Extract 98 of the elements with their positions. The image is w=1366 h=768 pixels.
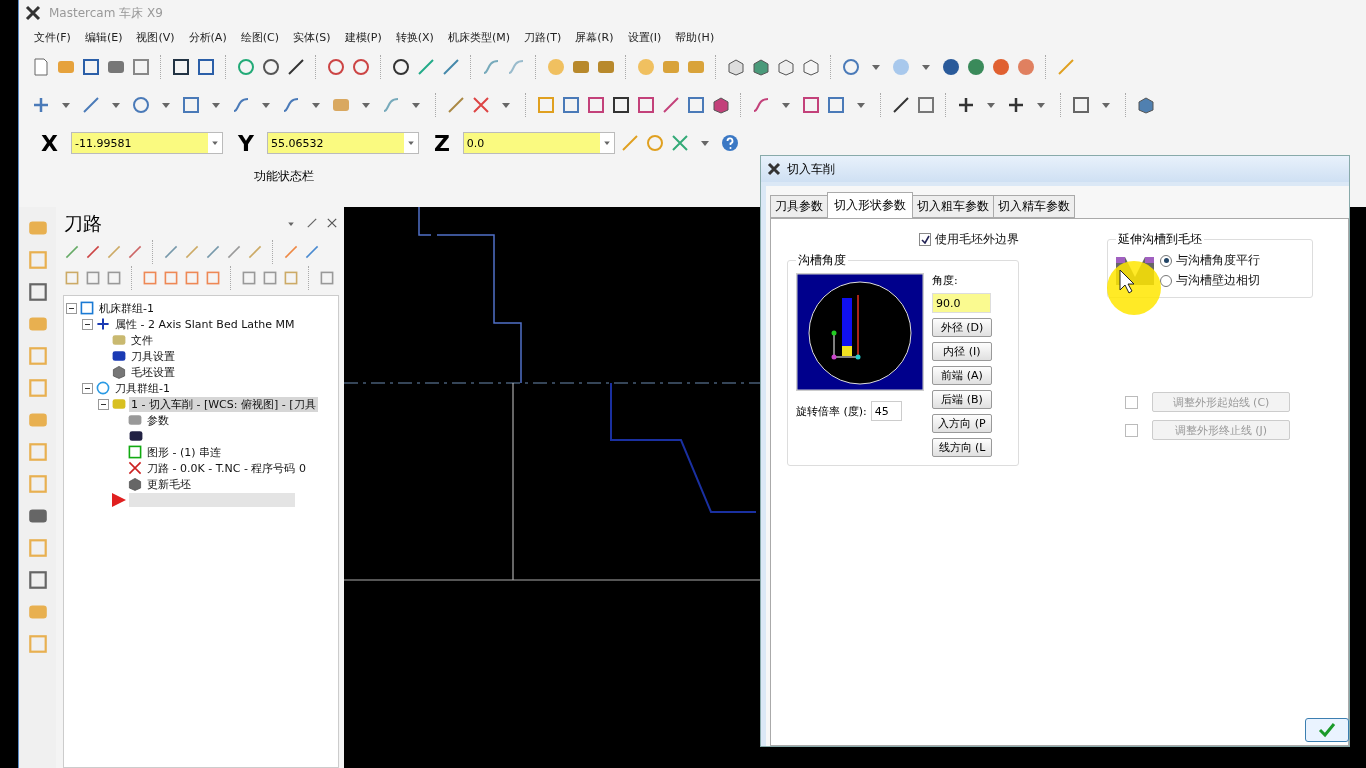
cube-icon[interactable] (801, 57, 821, 77)
dialog-title: 切入车削 (787, 160, 835, 178)
menu-item[interactable]: 实体(S) (287, 27, 336, 47)
menu-item[interactable]: 建模(P) (339, 27, 387, 47)
radio-label: 与沟槽壁边相切 (1176, 272, 1260, 289)
group-title: 沟槽角度 (797, 252, 847, 269)
axis-label: Z (433, 130, 450, 156)
tree-item[interactable]: 刀路 - 0.0K - T.NC - 程序号码 0 (145, 460, 308, 476)
radio-label: 与沟槽角度平行 (1176, 252, 1260, 269)
curve-icon[interactable] (281, 95, 301, 115)
ball-icon[interactable] (991, 57, 1011, 77)
collapse-toggle-icon[interactable] (66, 302, 77, 314)
status-label: 功能状态栏 (254, 168, 314, 185)
menu-item[interactable]: 刀路(T) (518, 27, 567, 47)
line-icon[interactable] (286, 57, 306, 77)
ok-button[interactable] (1305, 718, 1349, 742)
tree-item[interactable]: 刀具设置 (129, 348, 177, 364)
checkbox[interactable] (919, 233, 931, 246)
menu-item[interactable]: 编辑(E) (79, 27, 128, 47)
curve-icon[interactable] (751, 95, 771, 115)
cross-icon[interactable] (669, 133, 690, 153)
tree-item[interactable]: 图形 - (1) 串连 (145, 444, 224, 460)
cursor-highlight-icon (1106, 260, 1162, 316)
direction-button[interactable]: 入方向 (P (932, 414, 992, 433)
insert-marker-icon (111, 492, 127, 508)
tab[interactable]: 刀具参数 (770, 195, 828, 218)
window-title: Mastercam 车床 X9 (49, 4, 163, 22)
ball-icon[interactable] (1016, 57, 1036, 77)
menu-item[interactable]: 设置(I) (622, 27, 667, 47)
square-icon[interactable] (81, 57, 101, 77)
menu-item[interactable]: 文件(F) (29, 27, 76, 47)
curve-icon[interactable] (481, 57, 501, 77)
axis-label: Y (237, 130, 254, 156)
cube-icon[interactable] (711, 95, 731, 115)
radio-button[interactable] (1160, 254, 1172, 267)
direction-button[interactable]: 外径 (D) (932, 318, 992, 337)
coordinate-field[interactable]: 55.06532 (266, 132, 419, 154)
groove-angle-dial-drawing[interactable] (796, 273, 924, 391)
square-icon[interactable] (196, 57, 216, 77)
plus-icon[interactable] (1006, 95, 1026, 115)
cube-icon[interactable] (726, 57, 746, 77)
cross-icon[interactable] (471, 95, 491, 115)
tree-item[interactable]: 1 - 切入车削 - [WCS: 俯视图] - [刀具 (129, 396, 318, 412)
direction-button[interactable]: 内径 (I) (932, 342, 992, 361)
app-logo-icon (25, 5, 41, 21)
rotation-field[interactable]: 45 (870, 401, 902, 421)
help-icon[interactable] (719, 133, 740, 153)
collapse-toggle-icon[interactable] (82, 318, 93, 330)
axis-label: X (41, 130, 58, 156)
ball-icon[interactable] (966, 57, 986, 77)
collapse-toggle-icon[interactable] (98, 398, 109, 410)
line-icon[interactable] (891, 95, 911, 115)
app-logo-icon (767, 162, 781, 176)
tree-item[interactable]: 毛坯设置 (129, 364, 177, 380)
circle-icon[interactable] (391, 57, 411, 77)
angle-field[interactable]: 90.0 (932, 293, 991, 313)
cube-icon[interactable] (1136, 95, 1156, 115)
coordinate-field[interactable]: 0.0 (462, 132, 615, 154)
tab[interactable]: 切入形状参数 (827, 192, 913, 218)
close-icon[interactable] (326, 217, 338, 229)
square-icon[interactable] (1071, 95, 1091, 115)
menu-item[interactable]: 视图(V) (131, 27, 180, 47)
tree-item[interactable]: 文件 (129, 332, 155, 348)
menu-item[interactable]: 分析(A) (183, 27, 232, 47)
field-label: 角度: (932, 273, 959, 288)
page-icon[interactable] (31, 57, 51, 77)
radio-button[interactable] (1160, 274, 1172, 287)
menu-item[interactable]: 绘图(C) (235, 27, 284, 47)
field-label: 旋转倍率 (度): (796, 403, 867, 419)
checkmark-icon (1318, 722, 1336, 738)
cube-icon[interactable] (751, 57, 771, 77)
tab[interactable]: 切入粗车参数 (912, 195, 994, 218)
collapse-toggle-icon[interactable] (82, 382, 93, 394)
tree-item[interactable]: 更新毛坯 (145, 476, 193, 492)
tree-item[interactable]: 刀具群组-1 (113, 380, 172, 396)
curve-icon[interactable] (231, 95, 251, 115)
direction-button[interactable]: 后端 (B) (932, 390, 992, 409)
ball-icon[interactable] (941, 57, 961, 77)
tree-item[interactable]: 机床群组-1 (97, 300, 156, 316)
square-icon[interactable] (611, 95, 631, 115)
direction-button[interactable]: 前端 (A) (932, 366, 992, 385)
direction-button[interactable]: 线方向 (L (932, 438, 992, 457)
menu-item[interactable]: 帮助(H) (670, 27, 720, 47)
tree-item[interactable]: 属性 - 2 Axis Slant Bed Lathe MM (113, 316, 297, 332)
panel-title: 刀路 (64, 211, 102, 236)
plus-icon[interactable] (956, 95, 976, 115)
cube-icon[interactable] (776, 57, 796, 77)
circle-icon[interactable] (261, 57, 281, 77)
tree-item[interactable]: 参数 (145, 412, 171, 428)
tab[interactable]: 切入精车参数 (993, 195, 1075, 218)
menu-item[interactable]: 机床类型(M) (442, 27, 515, 47)
curve-icon[interactable] (381, 95, 401, 115)
square-icon[interactable] (171, 57, 191, 77)
menu-item[interactable]: 屏幕(R) (570, 27, 619, 47)
group-title: 延伸沟槽到毛坯 (1117, 231, 1203, 248)
menu-item[interactable]: 转换(X) (390, 27, 439, 47)
checkbox-label: 使用毛坯外边界 (935, 231, 1019, 248)
coordinate-field[interactable]: -11.99581 (70, 132, 223, 154)
